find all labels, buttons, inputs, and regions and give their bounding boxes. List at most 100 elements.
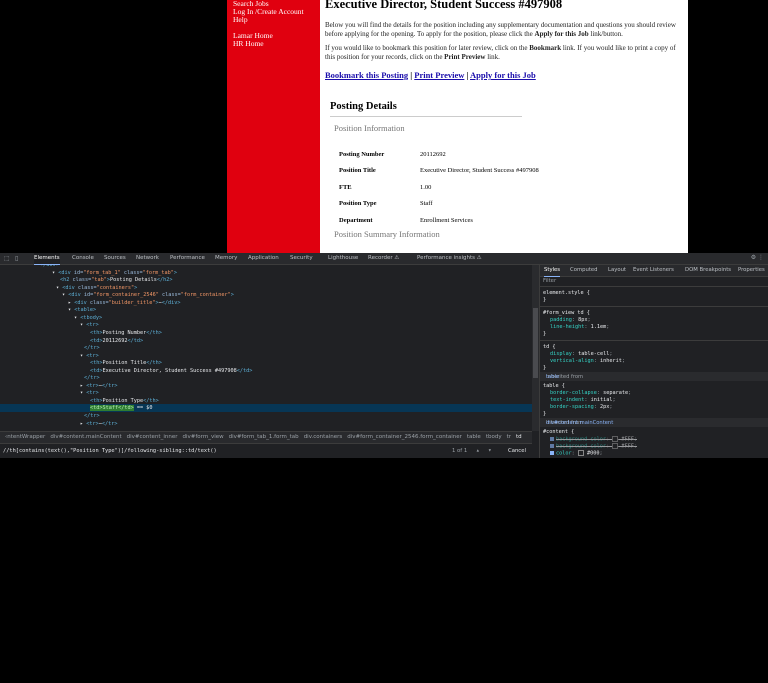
heading-divider xyxy=(330,116,522,117)
devtools-tab-memory[interactable]: Memory xyxy=(215,253,237,264)
attribute-name: class= xyxy=(120,269,143,276)
node-text: 20112692 xyxy=(102,337,128,344)
closing-tag: </h2> xyxy=(156,277,173,284)
devtools-tab-security[interactable]: Security xyxy=(290,253,313,264)
breadcrumb-item[interactable]: ‹ntentWrapper xyxy=(5,432,45,443)
position-field-value: Staff xyxy=(420,200,433,207)
breadcrumb-item[interactable]: tr xyxy=(507,432,511,443)
devtools-tab-network[interactable]: Network xyxy=(136,253,159,264)
dom-node[interactable]: ▸ <tr>⋯</tr> xyxy=(0,420,532,428)
css-value: #FFF xyxy=(618,436,634,443)
devtools-tab-sources[interactable]: Sources xyxy=(104,253,126,264)
opening-tag: <tr xyxy=(86,390,96,397)
search-cancel-button[interactable]: Cancel xyxy=(508,448,526,454)
semicolon: ; xyxy=(599,450,603,457)
node-text: Posting Details xyxy=(110,277,157,284)
chevron-up-icon[interactable]: ▴ xyxy=(476,447,480,454)
checkbox-icon[interactable] xyxy=(550,451,554,455)
opening-tag: <div xyxy=(62,284,75,291)
inspect-element-icon[interactable]: ⬚ xyxy=(4,255,10,262)
dom-tree-scrollbar[interactable] xyxy=(532,265,539,431)
link-separator: | xyxy=(466,70,469,80)
devtools-tab-recorder[interactable]: Recorder ⚠ xyxy=(368,253,399,264)
breadcrumb-item[interactable]: tbody xyxy=(486,432,502,443)
semicolon: ; xyxy=(609,404,613,410)
styles-tab-computed[interactable]: Computed xyxy=(570,265,598,276)
css-value: inherit xyxy=(599,358,622,364)
css-declaration[interactable]: display: table-cell; xyxy=(550,351,612,357)
closing-tag: </th> xyxy=(143,397,159,404)
css-declaration[interactable]: padding: 8px; xyxy=(550,317,591,323)
settings-icon[interactable]: ⚙ ⋮ xyxy=(751,254,764,261)
nav-link[interactable]: Help xyxy=(233,16,320,24)
styles-tab-event-listeners[interactable]: Event Listeners xyxy=(633,265,674,276)
content-selector[interactable]: #content { xyxy=(543,429,574,435)
semicolon: ; xyxy=(612,397,616,403)
devtools-tab-console[interactable]: Console xyxy=(72,253,94,264)
table-selector[interactable]: table { xyxy=(543,383,565,389)
tag-bracket: > xyxy=(230,292,234,299)
css-declaration[interactable]: border-collapse: separate; xyxy=(550,390,631,396)
devtools-tab-performance-insights[interactable]: Performance insights ⚠ xyxy=(417,253,482,264)
opening-tag: <th xyxy=(90,397,100,404)
checkbox-icon[interactable] xyxy=(550,444,554,448)
td-selector[interactable]: td { xyxy=(543,344,556,350)
inherited-from-table: Inherited from table xyxy=(540,372,768,381)
checkbox-icon[interactable] xyxy=(550,437,554,441)
styles-tab-layout[interactable]: Layout xyxy=(608,265,626,276)
breadcrumb-item[interactable]: div#content.mainContent xyxy=(50,432,121,443)
position-field-label: FTE xyxy=(339,184,352,191)
css-value: #000 xyxy=(583,450,600,457)
apply-for-job-link[interactable]: Apply for this Job xyxy=(470,70,536,80)
breadcrumb-item[interactable]: div#form_tab_1.form_tab xyxy=(229,432,299,443)
elements-panel: ‹/div› ▾ <div id="form_tab_1" class="form… xyxy=(0,265,532,683)
styles-tab-properties[interactable]: Properties xyxy=(738,265,765,276)
styles-tab-styles[interactable]: Styles xyxy=(544,265,561,277)
print-preview-link[interactable]: Print Preview xyxy=(414,70,464,80)
css-declaration[interactable]: border-spacing: 2px; xyxy=(550,404,612,410)
css-property: border-collapse xyxy=(550,390,597,396)
styles-pane: Styles Computed Layout Event Listeners DOM B… xyxy=(539,265,768,458)
css-declaration[interactable]: vertical-align: inherit; xyxy=(550,358,625,364)
breadcrumb-item[interactable]: div#form_container_2546.form_container xyxy=(347,432,462,443)
position-field-label: Position Title xyxy=(339,167,376,174)
css-declaration[interactable]: background-color: #FFF; xyxy=(550,443,637,450)
form-view-td-selector[interactable]: #form_view td { xyxy=(543,310,590,316)
devtools-tab-performance[interactable]: Performance xyxy=(170,253,205,264)
css-declaration[interactable]: line-height: 1.1em; xyxy=(550,324,609,330)
tag-bracket: > xyxy=(134,284,138,291)
chevron-down-icon[interactable]: ▾ xyxy=(488,447,492,454)
search-input[interactable]: //th[contains(text(),"Position Type")]/f… xyxy=(3,448,217,454)
devtools-tab-elements[interactable]: Elements xyxy=(34,253,60,265)
device-toolbar-icon[interactable]: ▯ xyxy=(15,255,18,262)
node-text: Posting Number xyxy=(102,329,147,336)
css-declaration[interactable]: text-indent: initial; xyxy=(550,397,616,403)
position-field-label: Posting Number xyxy=(339,151,385,158)
breadcrumb-item[interactable]: td xyxy=(516,432,522,443)
bookmark-posting-link[interactable]: Bookmark this Posting xyxy=(325,70,408,80)
rule-close-brace: } xyxy=(543,297,547,303)
css-property: background-color xyxy=(556,443,606,450)
devtools-tab-lighthouse[interactable]: Lighthouse xyxy=(328,253,358,264)
position-field-value: 1.00 xyxy=(420,184,432,191)
breadcrumb-item[interactable]: table xyxy=(467,432,481,443)
nav-link[interactable]: HR Home xyxy=(233,40,320,48)
link-separator: | xyxy=(410,70,413,80)
closing-tag: </tr> xyxy=(84,413,100,419)
breadcrumb-item[interactable]: div#content_inner xyxy=(127,432,178,443)
css-value: 2px xyxy=(599,404,610,410)
breadcrumb-item[interactable]: div#form_view xyxy=(182,432,223,443)
styles-tab-dom-breakpoints[interactable]: DOM Breakpoints xyxy=(685,265,731,276)
styles-filter[interactable]: Filter xyxy=(540,277,768,287)
element-style-rule[interactable]: element.style { xyxy=(543,290,590,296)
posting-details-heading: Posting Details xyxy=(330,101,397,112)
main-content: Executive Director, Student Success #497… xyxy=(320,0,688,253)
scroll-thumb[interactable] xyxy=(533,308,538,378)
css-declaration[interactable]: color: #000; xyxy=(550,450,603,457)
position-field-value: 20112692 xyxy=(420,151,446,158)
devtools-tab-application[interactable]: Application xyxy=(248,253,279,264)
semicolon: ; xyxy=(633,443,637,450)
breadcrumb-item[interactable]: div.containers xyxy=(304,432,343,443)
css-declaration[interactable]: background-color: #FFF; xyxy=(550,436,637,443)
tag-bracket: > xyxy=(95,390,99,397)
